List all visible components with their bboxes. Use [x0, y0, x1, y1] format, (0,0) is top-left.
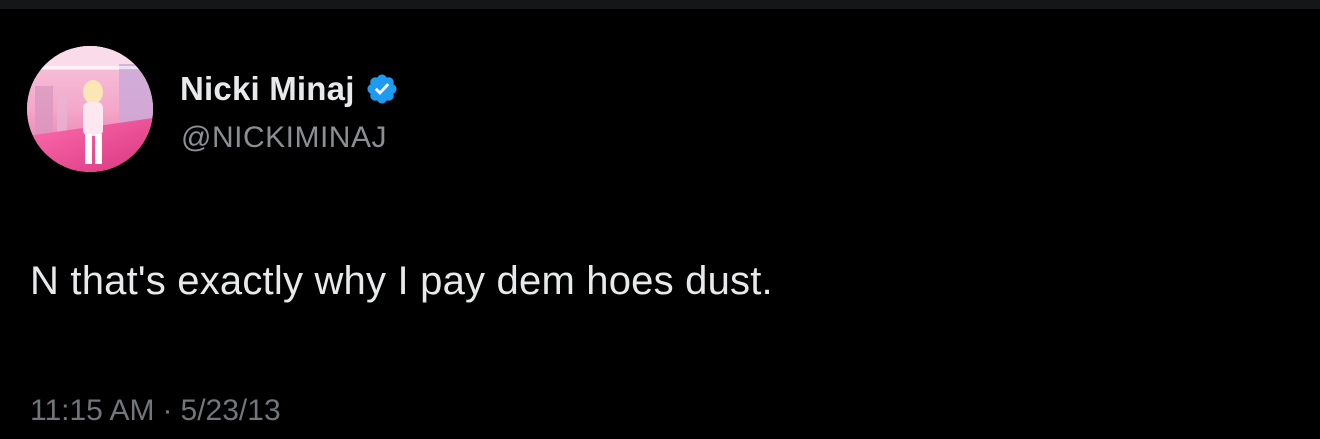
- avatar[interactable]: [27, 46, 153, 172]
- author-handle[interactable]: @NICKIMINAJ: [181, 121, 387, 155]
- tweet-card: Nicki Minaj @NICKIMINAJ N that's exactly…: [0, 9, 1320, 439]
- author-name-row: Nicki Minaj: [180, 69, 399, 109]
- avatar-image: [27, 46, 153, 172]
- tweet-date: 5/23/13: [180, 394, 281, 427]
- tweet-timestamp[interactable]: 11:15 AM · 5/23/13: [30, 394, 281, 428]
- meta-separator: ·: [162, 394, 173, 427]
- verified-badge-icon: [365, 72, 399, 106]
- tweet-time: 11:15 AM: [30, 394, 155, 427]
- tweet-text: N that's exactly why I pay dem hoes dust…: [30, 259, 773, 303]
- top-divider-strip: [0, 0, 1320, 9]
- author-display-name[interactable]: Nicki Minaj: [180, 70, 355, 108]
